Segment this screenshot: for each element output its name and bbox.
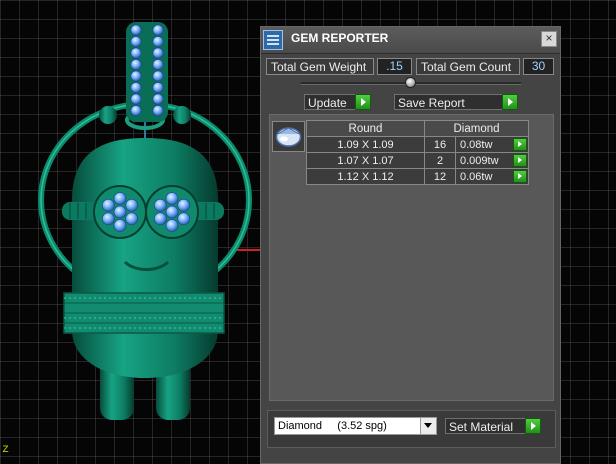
gem-stone (153, 198, 167, 212)
gem-stone (165, 205, 179, 219)
table-row: 1.09 X 1.09 16 0.08tw (306, 136, 529, 153)
gem-report-table: Round Diamond 1.09 X 1.09 16 0.08tw 1.07… (306, 120, 529, 185)
gem-stone (113, 219, 127, 232)
gem-weight-cell: 0.009tw (455, 152, 529, 169)
table-row: 1.07 X 1.07 2 0.009tw (306, 152, 529, 169)
header-material: Diamond (424, 120, 529, 137)
gem-stone (130, 70, 142, 82)
gem-stone (130, 81, 142, 94)
round-gem-icon[interactable] (272, 121, 305, 152)
slider-thumb[interactable] (405, 77, 416, 88)
header-shape: Round (306, 120, 425, 137)
play-arrow-icon (355, 94, 371, 110)
update-button[interactable]: Update (304, 94, 371, 110)
gem-stone (130, 47, 142, 59)
gem-stone (177, 198, 191, 212)
gem-size-cell: 1.09 X 1.09 (306, 136, 425, 153)
gem-stone (152, 24, 164, 36)
gem-weight-value: 0.06tw (460, 170, 493, 183)
gem-stone (153, 212, 167, 226)
save-report-button[interactable]: Save Report (394, 94, 518, 110)
table-header-row: Round Diamond (306, 120, 529, 137)
total-gem-count-value: 30 (523, 58, 554, 75)
update-button-label: Update (308, 96, 347, 110)
close-button[interactable]: × (541, 31, 557, 47)
gem-count-cell: 12 (424, 168, 456, 185)
material-select-value: Diamond (3.52 spg) (278, 420, 387, 432)
gem-stone (152, 93, 164, 105)
gem-count-cell: 16 (424, 136, 456, 153)
total-gem-count-label: Total Gem Count (416, 58, 520, 75)
gem-weight-value: 0.08tw (460, 138, 493, 151)
row-action-arrow-icon[interactable] (513, 154, 527, 167)
axis-z-label: z (2, 442, 10, 456)
chevron-down-icon[interactable] (420, 418, 436, 434)
gem-stone (130, 58, 142, 71)
total-gem-weight-label: Total Gem Weight (266, 58, 374, 75)
material-select[interactable]: Diamond (3.52 spg) (274, 417, 437, 435)
gem-count-cell: 2 (424, 152, 456, 169)
panel-title: GEM REPORTER (291, 31, 389, 45)
gem-stone (165, 192, 179, 205)
report-grid-icon (263, 30, 283, 50)
gem-reporter-panel: GEM REPORTER × Total Gem Weight .15 Tota… (260, 26, 561, 464)
play-arrow-icon (525, 418, 541, 434)
gem-size-cell: 1.07 X 1.07 (306, 152, 425, 169)
gem-stone (113, 205, 127, 219)
gem-weight-value: 0.009tw (460, 154, 499, 167)
save-report-button-label: Save Report (398, 96, 465, 110)
set-material-button-label: Set Material (449, 420, 514, 434)
gem-weight-cell: 0.08tw (455, 136, 529, 153)
gem-stone (152, 58, 164, 71)
gem-stone (177, 212, 191, 226)
gem-stone (130, 93, 142, 105)
set-material-button[interactable]: Set Material (445, 418, 541, 434)
gem-stone (152, 47, 164, 59)
gem-stone (125, 212, 139, 226)
gem-stone (130, 104, 142, 117)
total-gem-weight-value: .15 (377, 58, 412, 75)
panel-titlebar[interactable]: GEM REPORTER × (261, 27, 560, 54)
gem-stone (152, 104, 164, 117)
gem-stone (152, 70, 164, 82)
gem-stone (152, 35, 164, 48)
gem-stone (165, 219, 179, 232)
gem-size-cell: 1.12 X 1.12 (306, 168, 425, 185)
row-action-arrow-icon[interactable] (513, 138, 527, 151)
gem-stone (152, 81, 164, 94)
gem-stone (113, 192, 127, 205)
play-arrow-icon (502, 94, 518, 110)
gem-weight-cell: 0.06tw (455, 168, 529, 185)
row-action-arrow-icon[interactable] (513, 170, 527, 183)
gem-stone (101, 212, 115, 226)
gem-stone (130, 35, 142, 48)
gem-stone (125, 198, 139, 212)
gem-stone (130, 24, 142, 36)
gem-stone (101, 198, 115, 212)
table-row: 1.12 X 1.12 12 0.06tw (306, 168, 529, 185)
